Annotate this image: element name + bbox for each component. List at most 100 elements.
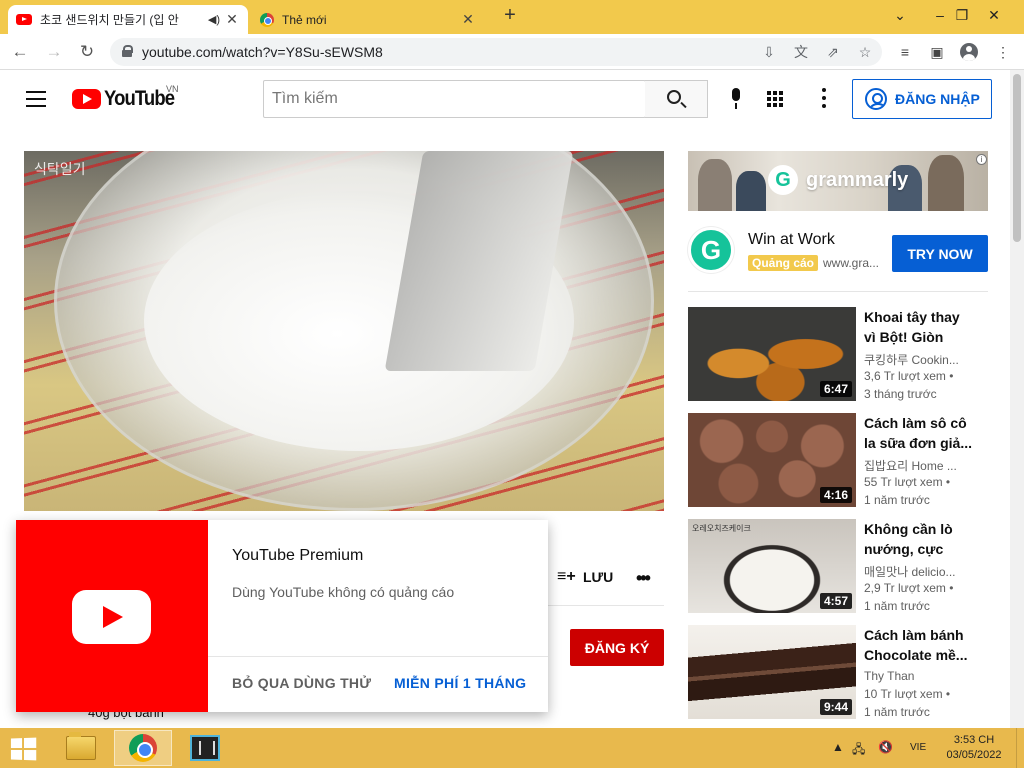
clock-time: 3:53 CH [953, 734, 995, 746]
upload-age: 1 năm trước [864, 493, 930, 507]
view-count: 2,9 Tr lượt xem • [864, 581, 954, 595]
video-watermark: 식탁일기 [34, 161, 86, 177]
taskbar-video-app[interactable] [176, 730, 234, 766]
taskbar-chrome[interactable] [114, 730, 172, 766]
video-thumbnail[interactable]: 오레오치즈케이크 4:57 [688, 519, 856, 613]
tab-title: 초코 샌드위치 만들기 (입 안 [40, 13, 179, 27]
show-hidden-icons-icon[interactable]: ▲ [832, 740, 844, 754]
video-title[interactable]: Cách làm sô cô la sữa đơn giả... [864, 413, 974, 453]
show-desktop-button[interactable] [1016, 728, 1024, 768]
video-player[interactable]: 식탁일기 [24, 151, 664, 511]
youtube-premium-popup: YouTube Premium Dùng YouTube không có qu… [16, 520, 548, 712]
skip-trial-button[interactable]: BỎ QUA DÙNG THỬ [232, 675, 371, 691]
windows-start-icon[interactable] [10, 737, 38, 761]
upload-age: 1 năm trước [864, 705, 930, 719]
bookmark-star-icon[interactable]: ☆ [856, 43, 874, 61]
voice-search-icon[interactable] [726, 88, 746, 110]
youtube-page: YouTube VN ĐĂNG NHẬP 식탁일기 ≡+ LƯU ••• ĐĂN… [0, 70, 1010, 728]
ad-badge: Quảng cáo [748, 255, 819, 271]
video-thumbnail[interactable]: 6:47 [688, 307, 856, 401]
close-tab-icon[interactable]: ✕ [224, 11, 240, 28]
save-button[interactable]: ≡+ LƯU [557, 568, 613, 586]
free-month-button[interactable]: MIỄN PHÍ 1 THÁNG [394, 675, 526, 691]
close-tab-icon[interactable]: ✕ [460, 11, 476, 28]
logo-wordmark: YouTube [104, 87, 175, 110]
video-thumbnail[interactable]: 9:44 [688, 625, 856, 719]
upload-age: 3 tháng trước [864, 387, 937, 401]
youtube-logo[interactable]: YouTube VN [72, 84, 184, 111]
sign-in-button[interactable]: ĐĂNG NHẬP [852, 79, 992, 119]
search-button[interactable] [645, 80, 708, 118]
translate-icon[interactable]: 文 [792, 43, 810, 61]
advertiser-avatar-icon: G [688, 227, 734, 273]
channel-name[interactable]: 집밥요리 Home ... [864, 457, 964, 474]
settings-kebab-icon[interactable] [820, 88, 828, 110]
video-title[interactable]: Không cần lò nướng, cực kỳ... [864, 519, 974, 559]
channel-name[interactable]: 쿠킹하루 Cookin... [864, 351, 964, 368]
country-code: VN [166, 84, 179, 94]
chrome-icon [129, 734, 157, 762]
grammarly-logo: G grammarly [768, 165, 908, 195]
video-title[interactable]: Khoai tây thay vì Bột! Giòn và... [864, 307, 974, 347]
reload-button[interactable]: ↻ [75, 40, 99, 64]
browser-tab-strip: 초코 샌드위치 만들기 (입 안 ◀) ✕ Thẻ mới ✕ + ⌄ – ❐ … [0, 0, 1024, 34]
subscribe-button[interactable]: ĐĂNG KÝ [570, 629, 664, 666]
guide-menu-icon[interactable] [26, 91, 46, 107]
search-icon [667, 90, 681, 104]
recommended-video[interactable]: 6:47 Khoai tây thay vì Bột! Giòn và... 쿠… [688, 307, 988, 403]
thumbnail-caption: 오레오치즈케이크 [692, 524, 751, 533]
lock-icon[interactable] [122, 45, 133, 57]
profile-avatar-icon[interactable] [960, 43, 978, 61]
address-bar[interactable]: youtube.com/watch?v=Y8Su-sEWSM8 ⇩ 文 ⇗ ☆ [110, 38, 882, 66]
video-title[interactable]: Cách làm bánh Chocolate mề... [864, 625, 974, 665]
side-panel-icon[interactable]: ▣ [928, 43, 946, 61]
more-actions-icon[interactable]: ••• [636, 568, 651, 589]
input-language[interactable]: VIE [910, 742, 926, 753]
volume-muted-icon[interactable]: 🔇 [878, 740, 893, 754]
windows-taskbar: ▲ 🖧 🔇 VIE 3:53 CH 03/05/2022 [0, 728, 1024, 768]
duration-badge: 6:47 [819, 381, 852, 397]
install-app-icon[interactable]: ⇩ [760, 43, 778, 61]
tab-new-tab[interactable]: Thẻ mới ✕ [252, 5, 484, 34]
search-input[interactable] [264, 81, 645, 117]
channel-name[interactable]: Thy Than [864, 669, 964, 683]
share-icon[interactable]: ⇗ [824, 43, 842, 61]
video-thumbnail[interactable]: 4:16 [688, 413, 856, 507]
youtube-play-logo-icon [72, 89, 101, 109]
back-button[interactable]: ← [8, 40, 32, 64]
system-clock[interactable]: 3:53 CH 03/05/2022 [944, 733, 1004, 763]
new-tab-button[interactable]: + [500, 5, 520, 26]
view-count: 3,6 Tr lượt xem • [864, 369, 954, 383]
close-window-button[interactable]: ✕ [974, 0, 1014, 30]
media-control-icon[interactable]: ≡ [896, 43, 914, 61]
apps-grid-icon[interactable] [767, 91, 783, 107]
forward-button[interactable]: → [42, 40, 66, 64]
browser-menu-icon[interactable]: ⋮ [994, 43, 1012, 61]
channel-name[interactable]: 매일맛나 delicio... [864, 563, 964, 580]
grammarly-g-icon: G [768, 165, 798, 195]
recommended-video[interactable]: 오레오치즈케이크 4:57 Không cần lò nướng, cực kỳ… [688, 519, 988, 615]
playlist-add-icon: ≡+ [557, 568, 576, 585]
speaker-icon[interactable]: ◀) [208, 13, 220, 26]
upload-age: 1 năm trước [864, 599, 930, 613]
network-icon[interactable]: 🖧 [852, 740, 865, 761]
browser-toolbar: ← → ↻ youtube.com/watch?v=Y8Su-sEWSM8 ⇩ … [0, 34, 1024, 70]
film-strip-icon [190, 735, 220, 761]
folder-icon [66, 732, 96, 760]
sign-in-label: ĐĂNG NHẬP [895, 91, 980, 107]
recommended-video[interactable]: 4:16 Cách làm sô cô la sữa đơn giả... 집밥… [688, 413, 988, 509]
try-now-button[interactable]: TRY NOW [892, 235, 988, 272]
recommended-video[interactable]: 9:44 Cách làm bánh Chocolate mề... Thy T… [688, 625, 988, 721]
duration-badge: 4:16 [819, 487, 852, 503]
youtube-play-icon [72, 590, 151, 644]
tab-search-icon[interactable]: ⌄ [880, 0, 920, 30]
tab-youtube-video[interactable]: 초코 샌드위치 만들기 (입 안 ◀) ✕ [8, 5, 248, 34]
ad-banner-image[interactable]: G grammarly [688, 151, 988, 211]
page-scrollbar[interactable] [1010, 70, 1024, 728]
divider [688, 291, 988, 292]
ad-info-icon[interactable]: i [976, 154, 987, 165]
duration-badge: 4:57 [819, 593, 852, 609]
scrollbar-thumb[interactable] [1013, 74, 1021, 242]
taskbar-file-explorer[interactable] [52, 730, 110, 766]
youtube-favicon-icon [16, 14, 32, 25]
